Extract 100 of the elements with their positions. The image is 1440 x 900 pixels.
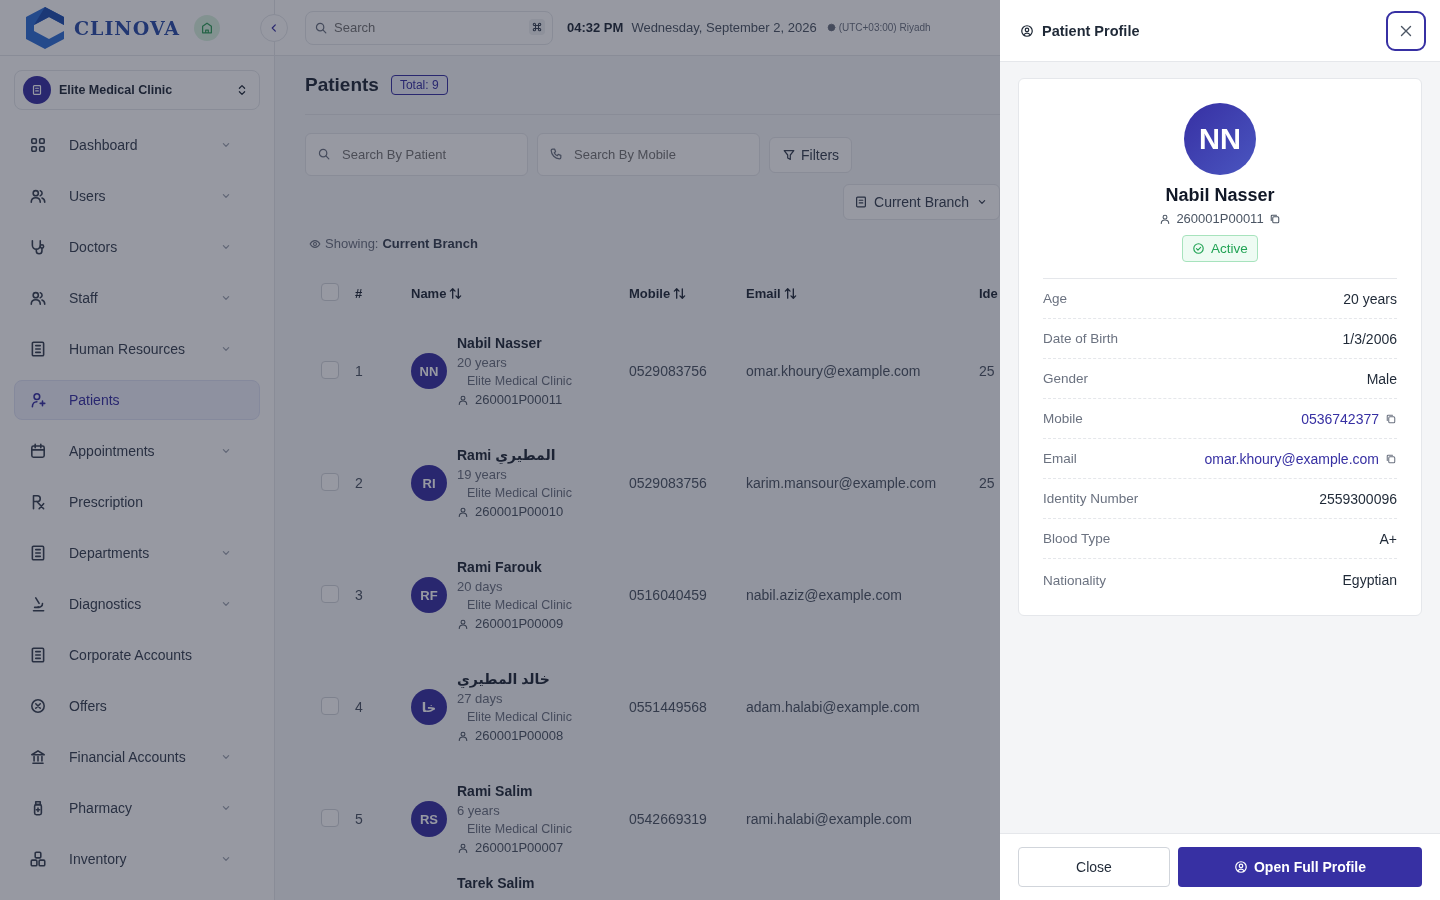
search-icon	[317, 147, 331, 161]
field-label: Mobile	[1043, 411, 1083, 426]
patient-clinic: Elite Medical Clinic	[466, 598, 573, 612]
close-button[interactable]	[1386, 10, 1426, 51]
patient-clinic: Elite Medical Clinic	[466, 710, 573, 724]
patient-age: 27 days	[457, 691, 504, 706]
file-number: 260001P00011	[1176, 211, 1264, 226]
person-icon	[457, 729, 469, 742]
select-all-checkbox[interactable]	[321, 283, 339, 301]
sidebar-item[interactable]: Dashboard	[14, 125, 260, 165]
clinic-name: Elite Medical Clinic	[59, 83, 174, 97]
column-header[interactable]: Mobile	[629, 285, 671, 301]
sidebar-item[interactable]: Appointments	[14, 431, 260, 471]
sidebar-item[interactable]: Staff	[14, 278, 260, 318]
sidebar-item[interactable]: Prescription	[14, 482, 260, 522]
column-header[interactable]: Name	[411, 285, 447, 301]
search-icon	[314, 20, 328, 35]
sidebar-item[interactable]: Corporate Accounts	[14, 635, 260, 675]
showing-label: Showing:	[325, 236, 379, 251]
column-header: #	[355, 285, 363, 301]
mobile-cell: 0551449568	[629, 699, 707, 715]
row-number: 3	[355, 587, 363, 603]
patient-name[interactable]: Rami Farouk	[457, 559, 629, 575]
boxes-icon	[29, 850, 47, 868]
avatar: RF	[411, 577, 447, 613]
sidebar-item[interactable]: Departments	[14, 533, 260, 573]
row-checkbox[interactable]	[321, 473, 339, 491]
collapse-button[interactable]	[260, 13, 288, 42]
showing-value: Current Branch	[382, 236, 478, 251]
row-checkbox[interactable]	[321, 361, 339, 379]
person-icon	[457, 617, 469, 630]
row-checkbox[interactable]	[321, 697, 339, 715]
row-number: 5	[355, 811, 363, 827]
sidebar-item[interactable]: Offers	[14, 686, 260, 726]
profile-avatar: NN	[1184, 103, 1256, 175]
bank-icon	[29, 748, 47, 766]
file-number: 260001P00007	[475, 840, 564, 855]
close-button[interactable]: Close	[1018, 847, 1170, 887]
page-title: Patients	[305, 74, 379, 96]
sidebar-item[interactable]: Pharmacy	[14, 788, 260, 828]
field-link[interactable]: omar.khoury@example.com	[1204, 450, 1379, 467]
filter-icon	[782, 148, 796, 162]
check-circle-icon	[1192, 242, 1206, 255]
patient-age: 19 years	[457, 467, 508, 482]
sidebar-item[interactable]: Patients	[14, 380, 260, 420]
users-icon	[29, 187, 47, 205]
mobile-cell: 0516040459	[629, 587, 707, 603]
patient-clinic: Elite Medical Clinic	[466, 486, 573, 500]
sort-icon	[672, 285, 688, 301]
copy-icon	[1268, 212, 1281, 225]
filters-button[interactable]: Filters	[769, 137, 853, 173]
field-value: A+	[1379, 530, 1397, 547]
eye-icon	[309, 237, 321, 250]
patient-icon	[29, 391, 47, 409]
email-cell: omar.khoury@example.com	[746, 363, 921, 379]
field-value: 1/3/2006	[1342, 330, 1397, 347]
field-label: Blood Type	[1043, 531, 1111, 546]
sidebar-item[interactable]: Doctors	[14, 227, 260, 267]
field-label: Identity Number	[1043, 491, 1139, 506]
person-icon	[457, 505, 469, 518]
person-icon	[1159, 212, 1172, 225]
patient-name[interactable]: Rami Salim	[457, 783, 629, 799]
field-label: Nationality	[1043, 572, 1107, 588]
building-icon	[29, 646, 47, 664]
patient-search-field[interactable]: Search By Patient	[305, 133, 528, 176]
patient-name[interactable]: Rami المطيري	[457, 447, 629, 463]
search-field[interactable]: Search	[305, 10, 553, 45]
sidebar-item[interactable]: Human Resources	[14, 329, 260, 369]
patient-name[interactable]: Nabil Nasser	[457, 335, 629, 351]
row-number: 1	[355, 363, 363, 379]
building-icon	[30, 83, 44, 97]
email-cell: adam.halabi@example.com	[746, 699, 920, 715]
home-icon[interactable]	[193, 14, 220, 41]
grid-icon	[29, 136, 47, 154]
clinic-selector[interactable]: Elite Medical Clinic	[14, 70, 260, 110]
sidebar-item[interactable]: Diagnostics	[14, 584, 260, 624]
copy-icon	[1385, 412, 1397, 425]
logo-icon	[24, 4, 66, 51]
open-profile-button[interactable]: Open Full Profile	[1178, 847, 1422, 887]
file-number: 260001P00010	[475, 504, 564, 519]
sort-icon	[782, 285, 798, 301]
column-header[interactable]: Email	[746, 285, 781, 301]
sidebar-item[interactable]: Inventory	[14, 839, 260, 879]
sidebar-item[interactable]: Users	[14, 176, 260, 216]
column-header: Ide	[979, 285, 998, 301]
patient-name[interactable]: خالد المطيري	[457, 671, 629, 687]
person-icon	[457, 393, 469, 406]
patient-clinic: Elite Medical Clinic	[466, 822, 573, 836]
field-link[interactable]: 0536742377	[1301, 410, 1379, 427]
mobile-search-field[interactable]: Search By Mobile	[537, 133, 760, 176]
file-number: 260001P00008	[475, 728, 564, 743]
branch-dropdown[interactable]: Current Branch	[843, 184, 1000, 220]
row-checkbox[interactable]	[321, 585, 339, 603]
avatar: RS	[411, 801, 447, 837]
avatar: NN	[411, 353, 447, 389]
patient-age: 6 years	[457, 803, 501, 818]
field-value: 2559300096	[1319, 490, 1397, 507]
sidebar-item[interactable]: Financial Accounts	[14, 737, 260, 777]
row-checkbox[interactable]	[321, 809, 339, 827]
profile-name: Nabil Nasser	[1165, 185, 1275, 206]
